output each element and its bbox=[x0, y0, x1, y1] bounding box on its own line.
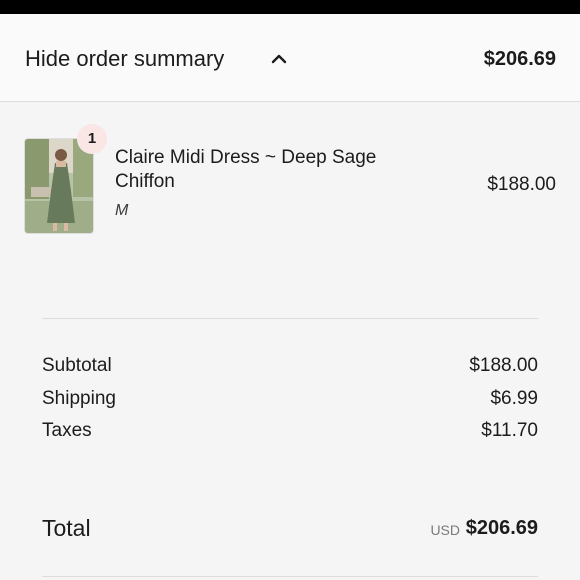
order-summary-total: $206.69 bbox=[483, 48, 556, 70]
product-variant: M bbox=[115, 202, 129, 219]
product-thumbnail bbox=[24, 138, 94, 234]
divider bbox=[42, 576, 538, 577]
subtotal-row: Subtotal $188.00 bbox=[42, 353, 538, 379]
taxes-row: Taxes $11.70 bbox=[42, 418, 538, 444]
subtotal-label: Subtotal bbox=[42, 355, 112, 376]
order-summary-panel: 1 Claire Midi Dress ~ Deep Sage Chiffon … bbox=[0, 103, 580, 580]
quantity-badge: 1 bbox=[77, 124, 107, 154]
subtotal-value: $188.00 bbox=[469, 355, 538, 376]
shipping-value: $6.99 bbox=[490, 388, 538, 409]
divider bbox=[42, 318, 538, 319]
status-bar bbox=[0, 0, 580, 14]
shipping-label: Shipping bbox=[42, 388, 116, 409]
currency-code: USD bbox=[430, 522, 460, 538]
product-price: $188.00 bbox=[487, 174, 556, 195]
total-label: Total bbox=[42, 515, 91, 541]
taxes-value: $11.70 bbox=[481, 420, 538, 441]
order-summary-toggle[interactable]: Hide order summary $206.69 bbox=[0, 14, 580, 102]
product-photo bbox=[25, 139, 93, 233]
taxes-label: Taxes bbox=[42, 420, 92, 441]
shipping-row: Shipping $6.99 bbox=[42, 386, 538, 412]
chevron-up-icon bbox=[271, 54, 287, 64]
product-name: Claire Midi Dress ~ Deep Sage Chiffon bbox=[115, 147, 377, 192]
total-row: Total USD $206.69 bbox=[42, 511, 538, 545]
order-summary-toggle-label: Hide order summary bbox=[25, 46, 225, 71]
total-amount: $206.69 bbox=[465, 517, 538, 539]
